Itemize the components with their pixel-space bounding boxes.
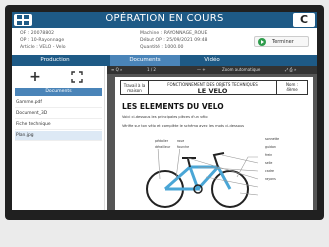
header-right-bottom: 4ème (286, 87, 298, 92)
fullscreen-icon (71, 71, 83, 83)
pdf-viewer: ≡ Q ⌕ 1 / 2 — + Zoom automatique ⤢ ⎙ » T… (107, 66, 317, 210)
document-item[interactable]: Fiche technique (15, 120, 102, 130)
bike-label: pédalier (155, 139, 169, 143)
bike-label: sonnette (265, 137, 280, 141)
viewer-tools-right[interactable]: ⤢ ⎙ » (285, 66, 296, 74)
tab-production[interactable]: Production (20, 55, 90, 66)
tab-documents[interactable]: Documents (110, 55, 180, 66)
bicycle-drawing (146, 149, 259, 208)
document-item[interactable]: Gamme.pdf (15, 98, 102, 108)
document-item-selected[interactable]: Plan.jpg (15, 131, 102, 141)
document-item[interactable]: Document_3D (15, 109, 102, 119)
bike-label: frein (265, 153, 273, 157)
header-right-cell: Nom : 4ème (277, 81, 307, 94)
bike-label: cadre (265, 169, 274, 173)
tab-bar: Production Documents Vidéo (12, 55, 317, 66)
info-machine: Machine : RAYONNAGE_ROUE (140, 31, 208, 36)
viewer-tools-left[interactable]: ≡ Q ⌕ (111, 66, 122, 74)
zoom-select[interactable]: Zoom automatique (222, 66, 260, 74)
fullscreen-button[interactable] (68, 69, 86, 85)
bike-label: rayons (265, 177, 276, 181)
document-line-1: Voici ci-dessous les principales pièces … (122, 115, 208, 119)
info-article: Article : VELO - Velo (20, 45, 66, 50)
bike-label: guidon (265, 145, 276, 149)
zoom-buttons[interactable]: — + (197, 66, 206, 74)
header-mid-cell: FONCTIONNEMENT DES OBJETS TECHNIQUES LE … (149, 81, 277, 95)
document-header-table: Travail à la maison FONCTIONNEMENT DES O… (120, 80, 308, 95)
info-op: OP : 10-Rayonnage (20, 38, 65, 43)
documents-panel: + Documents Gamme.pdf Document_3D Fiche … (12, 66, 105, 210)
operation-info: OF : 20078802 OP : 10-Rayonnage Article … (12, 28, 317, 55)
top-bar: OPÉRATION EN COURS C (12, 12, 317, 28)
tab-video[interactable]: Vidéo (177, 55, 247, 66)
plus-icon: + (29, 69, 41, 85)
header-left-cell: Travail à la maison (121, 81, 149, 94)
app-screen: OPÉRATION EN COURS C OF : 20078802 OP : … (12, 12, 317, 210)
page-title: OPÉRATION EN COURS (105, 13, 224, 24)
terminer-button[interactable]: Terminer (254, 36, 309, 47)
header-mid-main: LE VELO (197, 87, 228, 95)
info-quantity: Quantité : 1000.00 (140, 45, 184, 50)
terminer-label: Terminer (272, 39, 294, 45)
document-page: Travail à la maison FONCTIONNEMENT DES O… (115, 77, 313, 210)
bike-label: roue (177, 139, 185, 143)
page-indicator[interactable]: 1 / 2 (147, 66, 156, 74)
add-button[interactable]: + (26, 69, 44, 85)
refresh-button[interactable]: C (293, 13, 315, 27)
refresh-icon: C (299, 13, 309, 26)
documents-header: Documents (15, 88, 102, 96)
viewer-toolbar: ≡ Q ⌕ 1 / 2 — + Zoom automatique ⤢ ⎙ » (107, 66, 317, 74)
tablet-frame: OPÉRATION EN COURS C OF : 20078802 OP : … (5, 5, 324, 220)
info-of: OF : 20078802 (20, 31, 55, 36)
play-icon (258, 38, 266, 46)
document-title: LES ELEMENTS DU VELO (122, 102, 224, 111)
bike-label: selle (265, 161, 273, 165)
document-line-2: Vérifie sur ton vélo et complète le sché… (122, 124, 245, 128)
info-start: Début OP : 25/09/2021 09:48 (140, 38, 208, 43)
